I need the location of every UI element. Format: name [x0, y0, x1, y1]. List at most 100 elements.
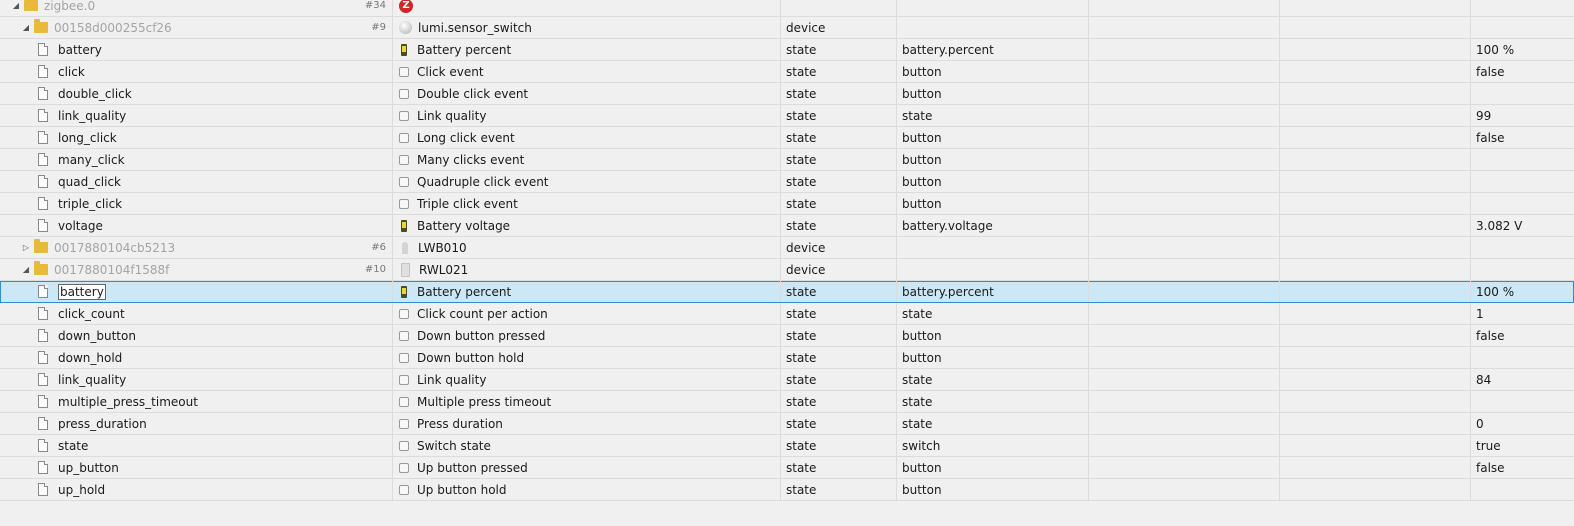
id-cell[interactable]: triple_click — [0, 193, 393, 214]
id-cell[interactable]: ◢ 00158d000255cf26 #9 — [0, 17, 393, 38]
value-cell[interactable]: false — [1471, 457, 1574, 478]
tree-row-state[interactable]: link_quality Link quality state state 84 — [0, 369, 1574, 391]
room-cell — [1089, 39, 1280, 60]
id-cell[interactable]: up_hold — [0, 479, 393, 500]
id-cell[interactable]: press_duration — [0, 413, 393, 434]
value-cell[interactable]: false — [1471, 325, 1574, 346]
value-cell[interactable] — [1471, 347, 1574, 368]
tree-row-folder[interactable]: ▷ 0017880104cb5213 #6 LWB010 device — [0, 237, 1574, 259]
tree-row-state[interactable]: click Click event state button false — [0, 61, 1574, 83]
value-cell[interactable] — [1471, 171, 1574, 192]
name-cell: lumi.sensor_switch — [393, 17, 781, 38]
id-cell[interactable]: state — [0, 435, 393, 456]
value-cell[interactable] — [1471, 479, 1574, 500]
object-id-label[interactable]: battery — [58, 283, 106, 300]
tree-row-state[interactable]: battery Battery percent state battery.perce… — [0, 39, 1574, 61]
value-cell[interactable]: 1 — [1471, 303, 1574, 324]
collapse-arrow-icon[interactable]: ◢ — [10, 0, 22, 12]
room-cell — [1089, 391, 1280, 412]
type-cell — [781, 0, 897, 16]
value-cell[interactable]: 99 — [1471, 105, 1574, 126]
id-cell[interactable]: ◢ 0017880104f1588f #10 — [0, 259, 393, 280]
type-cell: device — [781, 259, 897, 280]
value-cell[interactable] — [1471, 17, 1574, 38]
type-cell: state — [781, 193, 897, 214]
tree-row-state[interactable]: state Switch state state switch true — [0, 435, 1574, 457]
tree-row-state[interactable]: triple_click Triple click event state butto… — [0, 193, 1574, 215]
tree-row-state[interactable]: long_click Long click event state button fal… — [0, 127, 1574, 149]
value-cell[interactable]: 100 % — [1471, 39, 1574, 60]
tree-row-state[interactable]: many_click Many clicks event state button — [0, 149, 1574, 171]
room-cell — [1089, 105, 1280, 126]
id-cell[interactable]: down_hold — [0, 347, 393, 368]
id-cell[interactable]: multiple_press_timeout — [0, 391, 393, 412]
id-cell[interactable]: battery — [0, 39, 393, 60]
tree-row-state[interactable]: voltage Battery voltage state battery.volta… — [0, 215, 1574, 237]
tree-row-state[interactable]: up_button Up button pressed state button fal… — [0, 457, 1574, 479]
value-cell[interactable]: 3.082 V — [1471, 215, 1574, 236]
value-cell[interactable]: 0 — [1471, 413, 1574, 434]
room-cell — [1089, 237, 1280, 258]
id-cell[interactable]: down_button — [0, 325, 393, 346]
id-cell[interactable]: quad_click — [0, 171, 393, 192]
id-cell[interactable]: long_click — [0, 127, 393, 148]
value-cell[interactable] — [1471, 0, 1574, 16]
value-cell[interactable]: 100 % — [1471, 281, 1574, 302]
role-cell: battery.voltage — [897, 215, 1089, 236]
tree-row-state[interactable]: multiple_press_timeout Multiple press tim… — [0, 391, 1574, 413]
tree-row-state[interactable]: battery Battery percent state battery.perce… — [0, 281, 1574, 303]
tree-row-state[interactable]: down_hold Down button hold state button — [0, 347, 1574, 369]
tree-row-folder[interactable]: ◢ 0017880104f1588f #10 RWL021 device — [0, 259, 1574, 281]
tree-row-state[interactable]: press_duration Press duration state state 0 — [0, 413, 1574, 435]
expand-arrow-icon[interactable]: ▷ — [20, 242, 32, 254]
tree-row-state[interactable]: down_button Down button pressed state butto… — [0, 325, 1574, 347]
folder-icon — [34, 19, 48, 33]
tree-row-state[interactable]: link_quality Link quality state state 99 — [0, 105, 1574, 127]
id-cell[interactable]: battery — [0, 281, 393, 302]
object-name-label: LWB010 — [418, 240, 467, 255]
id-cell[interactable]: up_button — [0, 457, 393, 478]
child-count-badge: #10 — [364, 264, 386, 275]
object-name-label: Press duration — [417, 416, 503, 431]
room-cell — [1089, 281, 1280, 302]
id-cell[interactable]: click_count — [0, 303, 393, 324]
tree-row-state[interactable]: click_count Click count per action state st… — [0, 303, 1574, 325]
id-cell[interactable]: click — [0, 61, 393, 82]
object-name-label: Multiple press timeout — [417, 394, 552, 409]
child-count-badge: #34 — [364, 0, 386, 11]
folder-icon — [34, 239, 48, 253]
value-cell[interactable] — [1471, 259, 1574, 280]
id-cell[interactable]: link_quality — [0, 105, 393, 126]
value-cell[interactable] — [1471, 391, 1574, 412]
value-cell[interactable]: false — [1471, 61, 1574, 82]
tree-row-folder[interactable]: ◢ zigbee.0 #34 Z — [0, 0, 1574, 17]
room-cell — [1089, 149, 1280, 170]
object-name-label: Quadruple click event — [417, 174, 549, 189]
function-cell — [1280, 457, 1471, 478]
value-cell[interactable] — [1471, 237, 1574, 258]
tree-row-folder[interactable]: ◢ 00158d000255cf26 #9 lumi.sensor_switch dev… — [0, 17, 1574, 39]
room-cell — [1089, 457, 1280, 478]
id-cell[interactable]: ▷ 0017880104cb5213 #6 — [0, 237, 393, 258]
collapse-arrow-icon[interactable]: ◢ — [20, 22, 32, 34]
function-cell — [1280, 413, 1471, 434]
value-cell[interactable] — [1471, 149, 1574, 170]
id-cell[interactable]: link_quality — [0, 369, 393, 390]
room-cell — [1089, 325, 1280, 346]
value-cell[interactable] — [1471, 193, 1574, 214]
tree-row-state[interactable]: up_hold Up button hold state button — [0, 479, 1574, 501]
value-cell[interactable]: false — [1471, 127, 1574, 148]
object-name-label: Triple click event — [417, 196, 518, 211]
tree-row-state[interactable]: double_click Double click event state butto… — [0, 83, 1574, 105]
id-cell[interactable]: ◢ zigbee.0 #34 — [0, 0, 393, 16]
object-id-label: up_hold — [58, 482, 106, 497]
tree-row-state[interactable]: quad_click Quadruple click event state butt… — [0, 171, 1574, 193]
value-cell[interactable] — [1471, 83, 1574, 104]
id-cell[interactable]: voltage — [0, 215, 393, 236]
id-cell[interactable]: many_click — [0, 149, 393, 170]
type-cell: device — [781, 17, 897, 38]
id-cell[interactable]: double_click — [0, 83, 393, 104]
value-cell[interactable]: 84 — [1471, 369, 1574, 390]
collapse-arrow-icon[interactable]: ◢ — [20, 264, 32, 276]
value-cell[interactable]: true — [1471, 435, 1574, 456]
